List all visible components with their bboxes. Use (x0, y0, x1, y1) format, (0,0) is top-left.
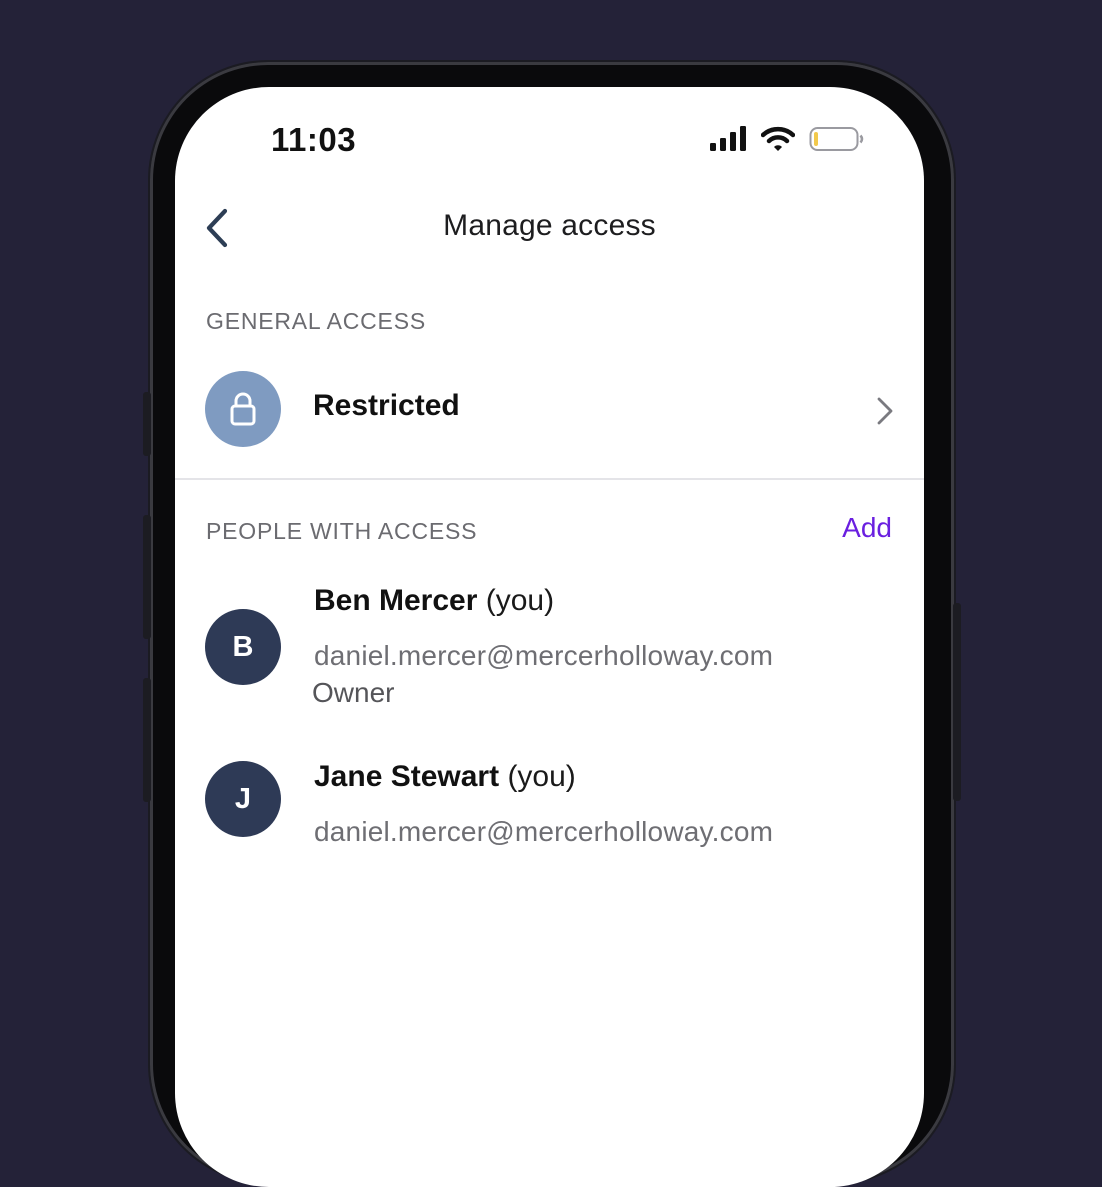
person-role: Owner (312, 677, 395, 708)
person-email: daniel.mercer@mercerholloway.com (314, 640, 774, 671)
status-time: 11:03 (271, 121, 357, 158)
you-tag: (you) (507, 760, 576, 793)
chevron-right-icon (877, 397, 893, 425)
page-title: Manage access (443, 209, 656, 242)
add-person-button[interactable]: Add (842, 512, 892, 544)
person-name: Jane Stewart (you) (314, 760, 576, 794)
general-access-section-label: GENERAL ACCESS (206, 308, 426, 334)
status-icons (709, 125, 865, 153)
person-name-text: Jane Stewart (314, 760, 500, 793)
wifi-icon (761, 126, 795, 151)
person-name: Ben Mercer (you) (314, 584, 554, 618)
people-section-label: PEOPLE WITH ACCESS (206, 518, 478, 544)
person-name-text: Ben Mercer (314, 584, 478, 617)
phone-mute-switch (143, 392, 151, 456)
person-email: daniel.mercer@mercerholloway.com (314, 816, 774, 847)
avatar: J (205, 761, 281, 837)
signal-icon (710, 126, 746, 151)
general-access-row[interactable]: Restricted (175, 367, 924, 477)
lock-icon (230, 392, 256, 426)
you-tag: (you) (485, 584, 555, 617)
app-screen: 11:03 Manage access GENERAL ACCESS Restr… (175, 87, 924, 1187)
battery-icon (809, 127, 864, 151)
avatar: B (205, 609, 281, 685)
general-access-avatar (205, 371, 281, 447)
section-divider (175, 478, 924, 480)
phone-power-button (953, 603, 961, 801)
phone-volume-up-button (143, 515, 151, 639)
phone-volume-down-button (143, 678, 151, 802)
general-access-value: Restricted (313, 389, 460, 422)
